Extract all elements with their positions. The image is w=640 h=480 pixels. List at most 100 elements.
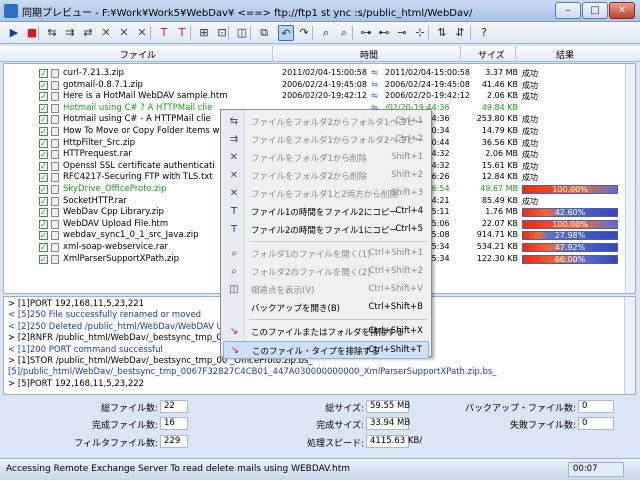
copy-icon[interactable]: ⇉ — [62, 25, 78, 41]
sync-icon[interactable]: ⇆ — [44, 25, 60, 41]
more-icon[interactable]: ⇅ — [434, 25, 450, 41]
row-checkbox[interactable]: ✓ — [39, 243, 48, 252]
structure-icon[interactable]: ⊷ — [376, 25, 392, 41]
menu-item[interactable]: ↘ このファイル・タイプを排除する Ctrl+Shift+T — [223, 341, 429, 359]
progress-label: 100.00% — [552, 185, 588, 194]
row-checkbox[interactable]: ✓ — [39, 80, 48, 90]
menu-item[interactable]: ✕ ファイルをフォルダ1から削除 Shift+1 — [223, 149, 429, 167]
menu-item-label: ファイルをフォルダ1と2両方から削除 — [251, 190, 398, 200]
menu-item[interactable]: ⌕ フォルダ1のファイルを開く(1) Ctrl+Shift+1 — [223, 245, 429, 263]
row-checkbox[interactable]: ✓ — [39, 185, 48, 194]
minimize-button[interactable]: – — [555, 2, 581, 19]
row-checkbox[interactable]: ✓ — [39, 103, 48, 113]
file-icon — [51, 127, 59, 136]
file-name: curl-7.21.3.zip — [63, 68, 124, 78]
menu-item[interactable]: T ファイル1の時間をファイル2にコピー Ctrl+4 — [223, 203, 429, 221]
file-name: HttpFilter_Src.zip — [63, 137, 136, 148]
file-icon — [51, 69, 59, 78]
row-checkbox[interactable]: ✓ — [39, 115, 48, 125]
done-size-label: 完成サイズ: — [316, 421, 364, 431]
row-checkbox[interactable]: ✓ — [39, 127, 48, 136]
undo-icon[interactable]: ↷ — [296, 25, 312, 41]
result-text: 成功 — [522, 92, 538, 102]
structure-icon[interactable]: ⊸ — [394, 25, 410, 41]
file-size: 253.80 KB — [476, 114, 518, 124]
file-name: WebDAV Upload File.htm — [63, 218, 169, 229]
result-text: 成功 — [522, 161, 538, 171]
menu-item[interactable]: ⇆ ファイルをフォルダ2からフォルダ1へコピー Ctrl+1 — [223, 113, 429, 131]
time-left: 2006/02/20-19:42:12 — [282, 91, 367, 101]
delete-icon[interactable]: ✕ — [116, 25, 132, 41]
file-size: 49.84 KB — [481, 102, 518, 112]
log-scrollbar[interactable] — [624, 297, 635, 394]
file-size: 2.06 MB — [485, 149, 518, 159]
menu-item[interactable]: ✕ ファイルをフォルダ1と2両方から削除 Shift+3 — [223, 185, 429, 203]
open-folder-icon: ⌕ — [231, 266, 237, 277]
sync-all-icon[interactable]: ⇄ — [80, 25, 96, 41]
table-row[interactable]: ✓ curl-7.21.3.zip 2011/02/04-15:00:58 ⇋ 2011… — [4, 68, 624, 79]
play-icon[interactable]: ▶ — [6, 25, 22, 41]
row-checkbox[interactable]: ✓ — [39, 150, 48, 160]
menu-item-label: ファイルをフォルダ1から削除 — [251, 154, 367, 164]
file-size: 22.07 KB — [481, 218, 518, 228]
speed-label: 処理スピード: — [306, 439, 364, 449]
failed-files-label: 失敗ファイル数: — [509, 421, 576, 431]
row-checkbox[interactable]: ✓ — [39, 231, 48, 241]
menu-item[interactable]: ↘ このファイルまたはフォルダを排除する Ctrl+Shift+X — [223, 323, 429, 341]
close-button[interactable]: ✕ — [609, 2, 635, 19]
header-time[interactable]: 時間 — [360, 48, 378, 61]
time-left: 2006/02/24-19:45:08 — [282, 79, 367, 89]
row-checkbox[interactable]: ✓ — [39, 92, 48, 102]
table-row[interactable]: ✓ gotmail-0.8.7.1.zip 2006/02/24-19:45:08 ⇋… — [4, 80, 624, 91]
menu-item[interactable]: ⇉ ファイルをフォルダ1からフォルダ2へコピー Ctrl+2 — [223, 131, 429, 149]
filter-icon[interactable]: ⧉ — [256, 25, 272, 41]
time-icon[interactable]: T — [156, 25, 172, 41]
time-right: 2011/02/04-15:00:58 — [385, 68, 470, 77]
file-size: 2.06 KB — [486, 91, 518, 101]
file-list-scrollbar[interactable] — [625, 64, 635, 293]
undo-icon[interactable]: ↶ — [278, 25, 294, 41]
file-name: XmlParserSupportXPath.zip — [63, 253, 180, 264]
structure-icon[interactable]: ⊹ — [412, 25, 428, 41]
delete-icon: ✕ — [229, 152, 239, 163]
header-result[interactable]: 結果 — [556, 48, 574, 61]
header-file[interactable]: ファイル — [120, 48, 156, 61]
row-checkbox[interactable]: ✓ — [39, 138, 48, 148]
row-checkbox[interactable]: ✓ — [39, 196, 48, 206]
menu-item[interactable]: ◫ 相違点を表示(V) Ctrl+Shift+V — [223, 281, 429, 299]
delete-icon[interactable]: ✕ — [98, 25, 114, 41]
menu-item[interactable]: ⌕ フォルダ2のファイルを開く(2) Ctrl+Shift+2 — [223, 263, 429, 281]
row-checkbox[interactable]: ✓ — [39, 219, 48, 229]
backup-icon — [227, 302, 241, 314]
sync-direction-icon: ⇋ — [371, 68, 378, 77]
row-checkbox[interactable]: ✓ — [39, 173, 48, 183]
progress-bar: 27.98% — [522, 231, 618, 241]
result-text: 成功 — [522, 127, 538, 136]
file-name: Hotmail using C# - A HTTPMail clie — [63, 114, 211, 125]
menu-item[interactable]: バックアップを開き(B) Ctrl+Shift+B — [223, 299, 429, 317]
more-icon[interactable]: ⇵ — [452, 25, 468, 41]
row-checkbox[interactable]: ✓ — [39, 254, 48, 264]
delete-both-icon[interactable]: ✕ — [134, 25, 150, 41]
file-size: 41.46 KB — [481, 79, 518, 89]
table-row[interactable]: ✓ Here is a HotMail WebDAV sample.htm 2006… — [4, 91, 624, 102]
open-folder-icon[interactable]: ⊞ — [196, 25, 212, 41]
file-icon — [51, 231, 59, 241]
view-icon[interactable]: ◫ — [234, 25, 250, 41]
row-checkbox[interactable]: ✓ — [39, 69, 48, 78]
structure-icon[interactable]: ⊶ — [358, 25, 374, 41]
time-icon[interactable]: T — [174, 25, 190, 41]
failed-files-value: 0 — [578, 417, 614, 430]
menu-item-shortcut: Shift+3 — [391, 188, 423, 198]
search-icon[interactable]: ⌕ — [318, 25, 334, 41]
help-icon[interactable]: ? — [476, 25, 492, 41]
header-size[interactable]: サイズ — [478, 48, 505, 61]
row-checkbox[interactable]: ✓ — [39, 208, 48, 218]
menu-item[interactable]: ✕ ファイルをフォルダ2から削除 Shift+2 — [223, 167, 429, 185]
maximize-button[interactable]: □ — [582, 2, 608, 19]
search-icon[interactable]: ⌕ — [336, 25, 352, 41]
row-checkbox[interactable]: ✓ — [39, 161, 48, 171]
file-icon — [51, 150, 59, 160]
menu-item-label: 相違点を表示(V) — [251, 286, 315, 296]
menu-item[interactable]: T ファイル2の時間をファイル1にコピー Ctrl+5 — [223, 221, 429, 239]
